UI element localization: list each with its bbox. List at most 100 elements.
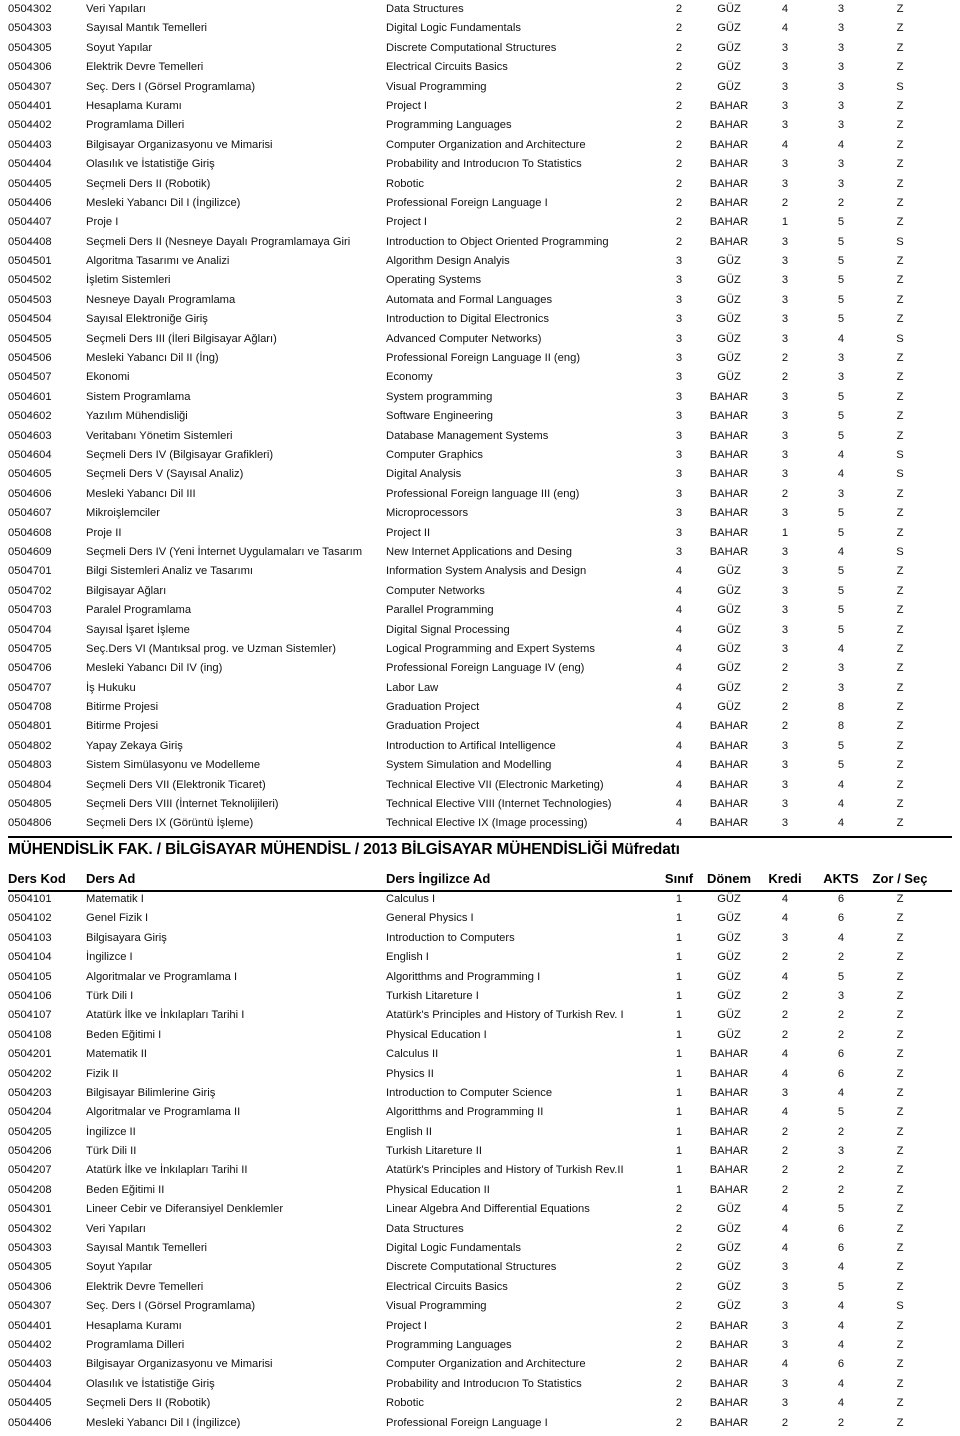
table-row[interactable]: 0504703 Paralel Programlama Parallel Progr… [0,601,960,620]
table-row[interactable]: 0504206 Türk Dili II Turkish Litareture II… [0,1142,960,1161]
table-row[interactable]: 0504106 Türk Dili I Turkish Litareture I 1 G… [0,987,960,1006]
table-row[interactable]: 0504103 Bilgisayara Giriş Introduction to … [0,929,960,948]
table-row[interactable]: 0504101 Matematik I Calculus I 1 GÜZ 4 6 Z [0,890,960,909]
table-row[interactable]: 0504307 Seç. Ders I (Görsel Programlama) V… [0,1297,960,1316]
table-row[interactable]: 0504402 Programlama Dilleri Programming La… [0,1336,960,1355]
table-row[interactable]: 0504708 Bitirme Projesi Graduation Project… [0,698,960,717]
cell-type: Z [896,739,904,752]
column-header-type[interactable]: Zor / Seç [870,868,930,890]
table-row[interactable]: 0504402 Programlama Dilleri Programming La… [0,116,960,135]
cell-credit: 3 [781,1280,789,1293]
table-row[interactable]: 0504408 Seçmeli Ders II (Nesneye Dayalı P… [0,233,960,252]
table-row[interactable]: 0504704 Sayısal İşaret İşleme Digital Sign… [0,621,960,640]
table-row[interactable]: 0504302 Veri Yapıları Data Structures 2 GÜZ 4… [0,1220,960,1239]
table-row[interactable]: 0504303 Sayısal Mantık Temelleri Digital L… [0,19,960,38]
cell-code: 0504303 [8,22,52,35]
cell-term: BAHAR [709,1145,749,1158]
cell-name-en: Microprocessors [386,507,469,520]
column-header-ects[interactable]: AKTS [812,868,870,890]
table-row[interactable]: 0504609 Seçmeli Ders IV (Yeni İnternet Uy… [0,543,960,562]
cell-credit: 2 [781,681,789,694]
table-row[interactable]: 0504307 Seç. Ders I (Görsel Programlama) V… [0,78,960,97]
table-row[interactable]: 0504602 Yazılım Mühendisliği Software Engi… [0,407,960,426]
table-row[interactable]: 0504604 Seçmeli Ders IV (Bilgisayar Grafi… [0,446,960,465]
table-row[interactable]: 0504605 Seçmeli Ders V (Sayısal Analiz) Di… [0,465,960,484]
cell-credit: 3 [781,468,789,481]
table-row[interactable]: 0504608 Proje II Project II 3 BAHAR 1 5 Z [0,524,960,543]
table-row[interactable]: 0504401 Hesaplama Kuramı Project I 2 BAHAR 3 4… [0,1317,960,1336]
table-row[interactable]: 0504108 Beden Eğitimi I Physical Education… [0,1026,960,1045]
table-row[interactable]: 0504305 Soyut Yapılar Discrete Computation… [0,39,960,58]
cell-name-tr: Ekonomi [86,371,130,384]
cell-code: 0504205 [8,1125,52,1138]
table-row[interactable]: 0504303 Sayısal Mantık Temelleri Digital L… [0,1239,960,1258]
column-header-year[interactable]: Sınıf [658,868,700,890]
table-row[interactable]: 0504404 Olasılık ve İstatistiğe Giriş Prob… [0,155,960,174]
table-row[interactable]: 0504201 Matematik II Calculus II 1 BAHAR 4 6 Z [0,1045,960,1064]
table-row[interactable]: 0504306 Elektrik Devre Temelleri Electrica… [0,1278,960,1297]
column-header-name-tr[interactable]: Ders Ad [86,868,386,890]
table-row[interactable]: 0504506 Mesleki Yabancı Dil II (İng) Profe… [0,349,960,368]
column-header-code[interactable]: Ders Kod [0,868,86,890]
table-row[interactable]: 0504302 Veri Yapıları Data Structures 2 GÜZ 4… [0,0,960,19]
table-row[interactable]: 0504403 Bilgisayar Organizasyonu ve Mimar… [0,1355,960,1374]
table-row[interactable]: 0504804 Seçmeli Ders VII (Elektronik Tica… [0,776,960,795]
cell-type: Z [896,720,904,733]
cell-type: Z [896,1086,904,1099]
cell-name-tr: Sayısal Mantık Temelleri [86,22,208,35]
table-row[interactable]: 0504806 Seçmeli Ders IX (Görüntü İşleme) T… [0,814,960,833]
table-row[interactable]: 0504403 Bilgisayar Organizasyonu ve Mimar… [0,136,960,155]
cell-name-tr: Seçmeli Ders VII (Elektronik Ticaret) [86,778,266,791]
cell-credit: 2 [781,1183,789,1196]
table-row[interactable]: 0504503 Nesneye Dayalı Programlama Automat… [0,291,960,310]
table-row[interactable]: 0504104 İngilizce I English I 1 GÜZ 2 2 Z [0,948,960,967]
cell-type: Z [896,1106,904,1119]
table-row[interactable]: 0504501 Algoritma Tasarımı ve Analizi Algo… [0,252,960,271]
column-header-name-en[interactable]: Ders İngilizce Ad [386,868,658,890]
cell-term: BAHAR [709,216,749,229]
cell-name-tr: İngilizce II [86,1125,136,1138]
table-row[interactable]: 0504107 Atatürk İlke ve İnkılapları Tarih… [0,1006,960,1025]
table-row[interactable]: 0504805 Seçmeli Ders VIII (İnternet Tekno… [0,795,960,814]
table-row[interactable]: 0504407 Proje I Project I 2 BAHAR 1 5 Z [0,213,960,232]
table-row[interactable]: 0504102 Genel Fizik I General Physics I 1 GÜ… [0,909,960,928]
table-row[interactable]: 0504406 Mesleki Yabancı Dil I (İngilizce)… [0,1414,960,1433]
table-row[interactable]: 0504401 Hesaplama Kuramı Project I 2 BAHAR 3 3… [0,97,960,116]
table-row[interactable]: 0504404 Olasılık ve İstatistiğe Giriş Prob… [0,1375,960,1394]
table-row[interactable]: 0504405 Seçmeli Ders II (Robotik) Robotic 2… [0,1394,960,1413]
table-row[interactable]: 0504205 İngilizce II English II 1 BAHAR 2 2 Z [0,1123,960,1142]
table-row[interactable]: 0504707 İş Hukuku Labor Law 4 GÜZ 2 3 Z [0,679,960,698]
column-header-credit[interactable]: Kredi [758,868,812,890]
table-row[interactable]: 0504507 Ekonomi Economy 3 GÜZ 2 3 Z [0,368,960,387]
table-row[interactable]: 0504502 İşletim Sistemleri Operating Syste… [0,271,960,290]
table-row[interactable]: 0504207 Atatürk İlke ve İnkılapları Tarih… [0,1161,960,1180]
table-row[interactable]: 0504406 Mesleki Yabancı Dil I (İngilizce)… [0,194,960,213]
table-row[interactable]: 0504305 Soyut Yapılar Discrete Computation… [0,1258,960,1277]
table-row[interactable]: 0504203 Bilgisayar Bilimlerine Giriş Intro… [0,1084,960,1103]
table-row[interactable]: 0504306 Elektrik Devre Temelleri Electrica… [0,58,960,77]
table-row[interactable]: 0504504 Sayısal Elektroniğe Giriş Introduc… [0,310,960,329]
table-row[interactable]: 0504204 Algoritmalar ve Programlama II Alg… [0,1103,960,1122]
table-row[interactable]: 0504603 Veritabanı Yönetim Sistemleri Data… [0,427,960,446]
column-header-term[interactable]: Dönem [700,868,758,890]
table-row[interactable]: 0504202 Fizik II Physics II 1 BAHAR 4 6 Z [0,1065,960,1084]
table-row[interactable]: 0504601 Sistem Programlama System programm… [0,388,960,407]
cell-year: 3 [675,390,683,403]
table-row[interactable]: 0504405 Seçmeli Ders II (Robotik) Robotic 2… [0,175,960,194]
table-row[interactable]: 0504705 Seç.Ders VI (Mantıksal prog. ve U… [0,640,960,659]
table-row[interactable]: 0504607 Mikroişlemciler Microprocessors 3 BA… [0,504,960,523]
table-row[interactable]: 0504301 Lineer Cebir ve Diferansiyel Denk… [0,1200,960,1219]
table-row[interactable]: 0504606 Mesleki Yabancı Dil III Profession… [0,485,960,504]
table-row[interactable]: 0504803 Sistem Simülasyonu ve Modelleme Sy… [0,756,960,775]
table-row[interactable]: 0504706 Mesleki Yabancı Dil IV (ing) Profe… [0,659,960,678]
cell-year: 4 [675,739,683,752]
cell-credit: 2 [781,662,789,675]
table-row[interactable]: 0504505 Seçmeli Ders III (İleri Bilgisaya… [0,330,960,349]
table-row[interactable]: 0504208 Beden Eğitimi II Physical Educatio… [0,1181,960,1200]
cell-ects: 3 [837,352,845,365]
table-row[interactable]: 0504802 Yapay Zekaya Giriş Introduction to… [0,737,960,756]
table-row[interactable]: 0504702 Bilgisayar Ağları Computer Network… [0,582,960,601]
table-row[interactable]: 0504105 Algoritmalar ve Programlama I Algo… [0,968,960,987]
table-row[interactable]: 0504701 Bilgi Sistemleri Analiz ve Tasarı… [0,562,960,581]
table-row[interactable]: 0504801 Bitirme Projesi Graduation Project… [0,717,960,736]
